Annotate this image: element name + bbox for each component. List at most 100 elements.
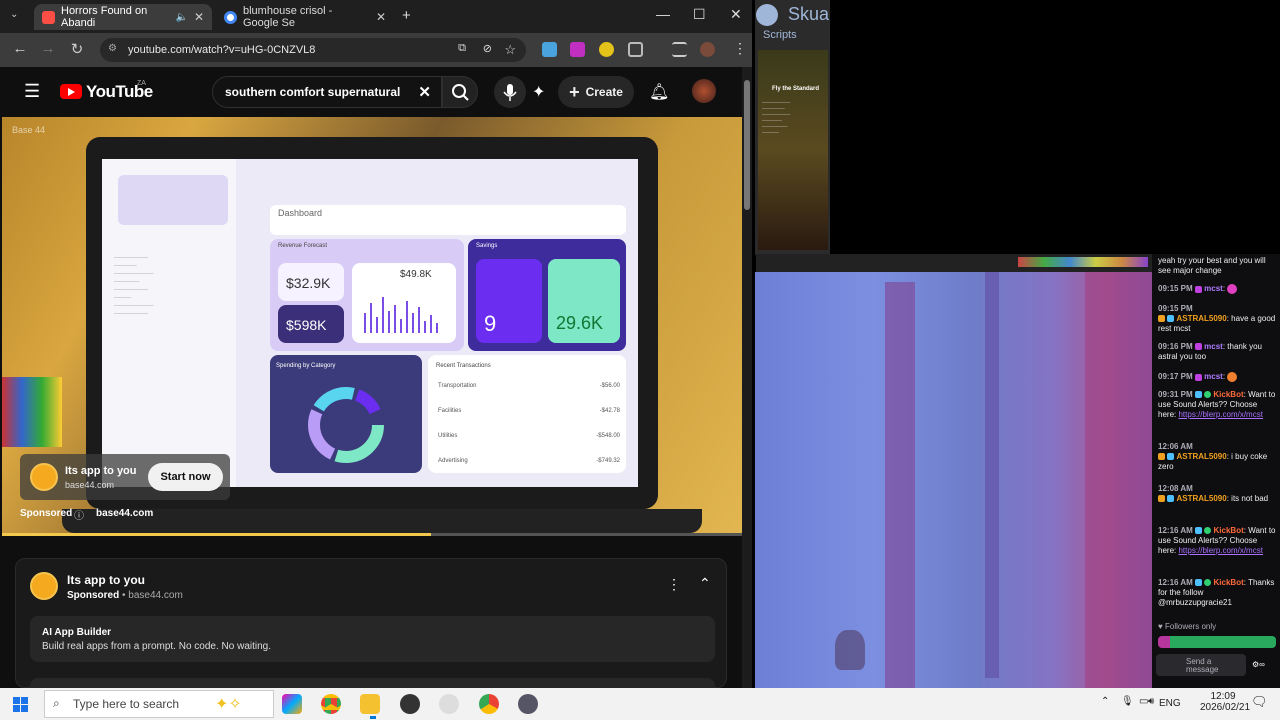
message-time: 09:15 PM bbox=[1158, 304, 1193, 313]
savings-count: 9 bbox=[476, 259, 542, 343]
create-button[interactable]: + Create bbox=[558, 76, 634, 108]
copilot-app-icon[interactable] bbox=[282, 694, 302, 714]
address-bar[interactable]: ⚙ youtube.com/watch?v=uHG-0CNZVL8 ☆ ⊘ ⧉ bbox=[100, 38, 526, 62]
clock[interactable]: 12:09 2026/02/21 bbox=[1200, 691, 1250, 713]
volume-icon[interactable]: 🔊︎ bbox=[1148, 696, 1154, 707]
info-icon[interactable]: ⓘ bbox=[74, 507, 84, 522]
account-avatar[interactable] bbox=[692, 79, 716, 103]
emote-row[interactable] bbox=[1158, 636, 1276, 648]
language-indicator[interactable]: ENG bbox=[1159, 698, 1181, 709]
chat-message: 12:08 AM ASTRAL5090: its not bad bbox=[1158, 484, 1269, 503]
stream-video[interactable] bbox=[755, 272, 1152, 688]
clock-date: 2026/02/21 bbox=[1200, 702, 1251, 713]
scripts-menu[interactable]: Scripts bbox=[763, 29, 797, 41]
chat-link[interactable]: https://blerp.com/x/mcst bbox=[1178, 546, 1262, 555]
tree-trunk bbox=[985, 272, 999, 678]
speaker-icon[interactable]: 🔈 bbox=[175, 12, 187, 23]
transaction-name: Facilities bbox=[438, 408, 462, 414]
new-tab-icon[interactable]: + bbox=[402, 7, 411, 24]
maximize-icon[interactable]: ☐ bbox=[693, 6, 706, 23]
extension-icon[interactable] bbox=[570, 42, 585, 57]
ad-overlay-domain: base44.com bbox=[65, 480, 115, 490]
taskbar-search-input[interactable]: ⌕ Type here to search ✦✧ bbox=[44, 690, 274, 718]
chat-username[interactable]: KickBot bbox=[1214, 526, 1244, 535]
search-button[interactable] bbox=[442, 76, 478, 108]
chat-username[interactable]: ASTRAL5090 bbox=[1176, 494, 1226, 503]
obs-app-icon[interactable] bbox=[400, 694, 420, 714]
puzzle-ext-icon[interactable]: ✦ bbox=[532, 82, 545, 102]
scrollbar-thumb[interactable] bbox=[744, 80, 750, 210]
ad-cta-partial[interactable] bbox=[30, 678, 715, 688]
chrome-app-icon[interactable] bbox=[321, 694, 341, 714]
start-now-button[interactable]: Start now bbox=[148, 463, 223, 491]
clear-search-icon[interactable]: ✕ bbox=[418, 83, 431, 101]
profile-avatar[interactable] bbox=[700, 42, 715, 57]
search-input[interactable]: southern comfort supernatural ✕ bbox=[212, 76, 442, 108]
install-icon[interactable]: ⧉ bbox=[458, 42, 466, 55]
app-icon[interactable] bbox=[439, 694, 459, 714]
extension-icon[interactable] bbox=[542, 42, 557, 57]
windows-start-icon[interactable] bbox=[13, 697, 28, 712]
file-explorer-icon[interactable] bbox=[360, 694, 380, 714]
microphone-tray-icon[interactable]: 🎙︎ bbox=[1121, 696, 1134, 707]
puzzle-extensions-icon[interactable] bbox=[628, 42, 643, 57]
message-time: 12:06 AM bbox=[1158, 442, 1193, 451]
chart-value: $49.8K bbox=[400, 269, 432, 280]
site-info-icon[interactable]: ⚙ bbox=[108, 43, 117, 54]
sponsored-domain[interactable]: base44.com bbox=[96, 508, 153, 519]
chat-username[interactable]: mcst bbox=[1204, 372, 1223, 381]
chat-username[interactable]: ASTRAL5090 bbox=[1176, 314, 1226, 323]
close-tab-icon[interactable]: ✕ bbox=[376, 10, 386, 24]
chat-settings-icon[interactable]: ⚙∞ bbox=[1252, 660, 1276, 670]
reading-list-icon[interactable] bbox=[672, 42, 687, 57]
crown-badge-icon bbox=[1158, 453, 1165, 461]
reload-icon[interactable]: ↻ bbox=[67, 40, 87, 58]
tab-youtube[interactable]: Horrors Found on Abandi 🔈 ✕ bbox=[34, 4, 212, 30]
extension-icon[interactable] bbox=[599, 42, 614, 57]
chat-username[interactable]: mcst bbox=[1204, 284, 1223, 293]
chat-input[interactable]: Send a message bbox=[1156, 654, 1246, 676]
transaction-row: Transportation -$56.00 bbox=[438, 383, 620, 408]
ad-description-box[interactable] bbox=[30, 616, 715, 662]
savings-value: 29.6K bbox=[548, 259, 620, 343]
close-window-icon[interactable]: ✕ bbox=[730, 6, 742, 23]
close-tab-icon[interactable]: ✕ bbox=[194, 10, 204, 24]
youtube-logo-icon[interactable] bbox=[60, 84, 82, 99]
chat-username[interactable]: KickBot bbox=[1214, 578, 1244, 587]
menu-kebab-icon[interactable]: ⋮ bbox=[733, 40, 747, 57]
tray-chevron-icon[interactable]: ⌃ bbox=[1101, 696, 1109, 707]
chat-username[interactable]: mcst bbox=[1204, 342, 1223, 351]
search-value: southern comfort supernatural bbox=[225, 85, 401, 99]
chat-link[interactable]: https://blerp.com/x/mcst bbox=[1178, 410, 1262, 419]
tab-title: blumhouse crisol - Google Se bbox=[243, 5, 333, 29]
back-icon[interactable]: ← bbox=[10, 40, 30, 57]
tree-trunk bbox=[885, 282, 915, 688]
game-hotbar bbox=[1018, 257, 1148, 267]
mic-badge-icon bbox=[1194, 343, 1202, 351]
hamburger-menu-icon[interactable]: ☰ bbox=[24, 81, 40, 102]
voice-search-button[interactable] bbox=[494, 76, 526, 108]
chat-username[interactable]: KickBot bbox=[1213, 390, 1243, 399]
forward-icon[interactable]: → bbox=[38, 40, 58, 57]
ad-description: Build real apps from a prompt. No code. … bbox=[42, 641, 271, 652]
collapse-chevron-icon[interactable]: ⌃ bbox=[699, 575, 711, 592]
eye-off-icon[interactable]: ⊘ bbox=[483, 42, 492, 55]
forecast-value: $598K bbox=[278, 305, 344, 343]
notification-center-icon[interactable]: 🗨︎ bbox=[1251, 694, 1268, 710]
chat-text: ──────────── ──────── ────────────── ──────… bbox=[114, 255, 154, 316]
google-favicon-icon bbox=[224, 10, 237, 24]
chat-username[interactable]: ASTRAL5090 bbox=[1176, 452, 1226, 461]
skua-title: Skua bbox=[788, 4, 830, 24]
laptop-keyboard bbox=[62, 509, 702, 533]
tab-google[interactable]: blumhouse crisol - Google Se ✕ bbox=[216, 4, 394, 30]
message-time: 12:08 AM bbox=[1158, 484, 1193, 493]
app-icon[interactable] bbox=[518, 694, 538, 714]
twitch-chat: yeah try your best and you will see majo… bbox=[1152, 254, 1280, 688]
minimize-icon[interactable]: — bbox=[656, 6, 670, 22]
notifications-bell-icon[interactable]: 🔔︎ bbox=[649, 82, 669, 102]
ad-card-title: Its app to you bbox=[67, 573, 145, 587]
more-options-icon[interactable]: ⋮ bbox=[667, 576, 681, 593]
bookmark-star-icon[interactable]: ☆ bbox=[504, 42, 516, 58]
chrome-app-icon[interactable] bbox=[479, 694, 499, 714]
tab-search-icon[interactable]: ⌄ bbox=[10, 9, 18, 20]
